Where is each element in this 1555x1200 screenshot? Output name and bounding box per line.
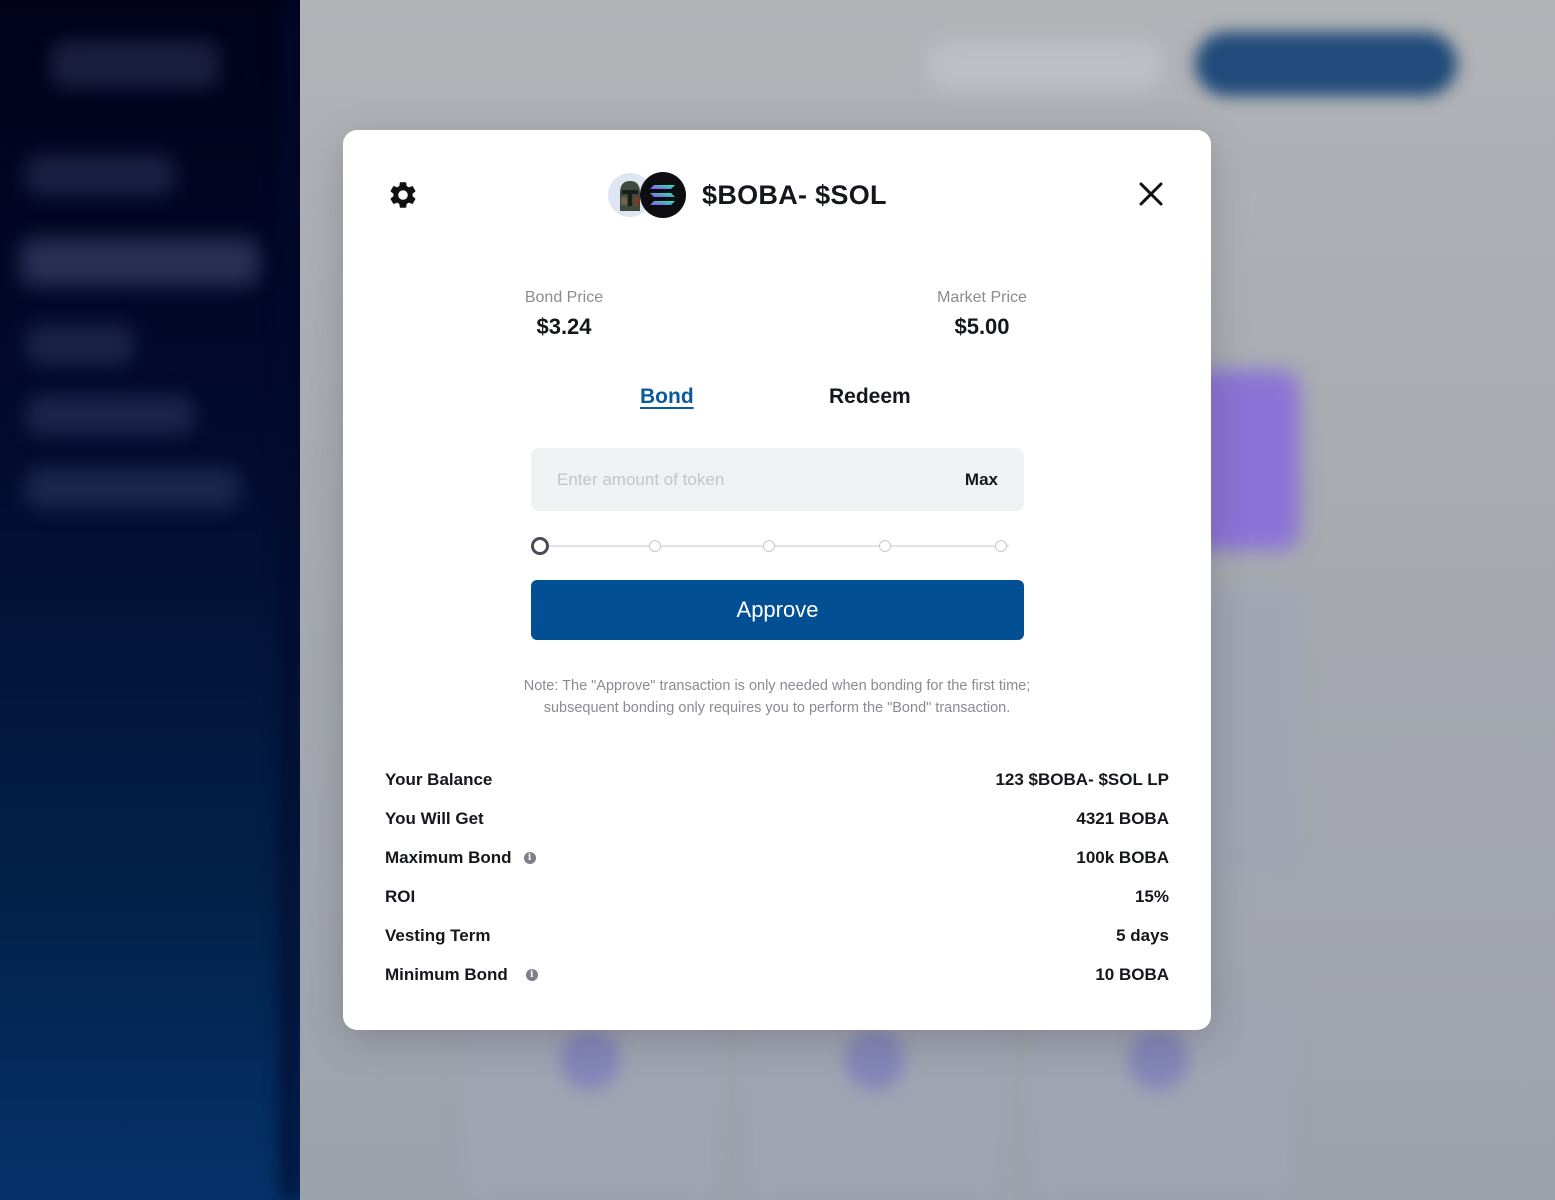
detail-label: Vesting Term bbox=[385, 925, 491, 945]
max-button[interactable]: Max bbox=[965, 470, 998, 490]
detail-row-you-will-get: You Will Get 4321 BOBA bbox=[385, 799, 1169, 838]
close-button[interactable] bbox=[1137, 179, 1165, 211]
background-dot bbox=[1128, 1030, 1188, 1090]
approve-note: Note: The "Approve" transaction is only … bbox=[463, 675, 1091, 719]
slider-mark-75[interactable] bbox=[879, 540, 891, 552]
pair-title: $BOBA- $SOL bbox=[702, 179, 887, 210]
detail-row-minimum-bond: Minimum Bond i 10 BOBA bbox=[385, 955, 1169, 994]
background-dot bbox=[845, 1030, 905, 1090]
token-pair-icons bbox=[608, 172, 688, 218]
detail-value: 5 days bbox=[1116, 925, 1169, 945]
approve-note-line-1: Note: The "Approve" transaction is only … bbox=[523, 678, 1031, 694]
detail-value: 15% bbox=[1134, 886, 1169, 906]
detail-label: You Will Get bbox=[385, 808, 484, 828]
slider-mark-25[interactable] bbox=[649, 540, 661, 552]
background-chip bbox=[925, 40, 1165, 90]
settings-button[interactable] bbox=[387, 179, 419, 211]
slider-handle[interactable] bbox=[531, 537, 549, 555]
detail-value: 10 BOBA bbox=[1095, 964, 1169, 984]
detail-row-balance: Your Balance 123 $BOBA- $SOL LP bbox=[385, 760, 1169, 799]
detail-row-roi: ROI 15% bbox=[385, 877, 1169, 916]
tab-redeem[interactable]: Redeem bbox=[829, 385, 911, 409]
detail-label: Your Balance bbox=[385, 769, 493, 789]
info-icon[interactable]: i bbox=[523, 851, 536, 864]
detail-row-vesting-term: Vesting Term 5 days bbox=[385, 916, 1169, 955]
background-connect-button bbox=[1195, 32, 1457, 96]
amount-field: Max bbox=[531, 448, 1024, 511]
amount-slider[interactable] bbox=[531, 536, 1015, 556]
solana-token-icon bbox=[640, 172, 686, 218]
bond-modal: $BOBA- $SOL Bond Price $3.24 Market Pric… bbox=[343, 130, 1211, 1030]
amount-input[interactable] bbox=[531, 448, 965, 511]
tab-bond[interactable]: Bond bbox=[640, 385, 694, 409]
detail-row-maximum-bond: Maximum Bond i 100k BOBA bbox=[385, 838, 1169, 877]
slider-mark-100[interactable] bbox=[995, 540, 1007, 552]
detail-value: 123 $BOBA- $SOL LP bbox=[995, 769, 1169, 789]
approve-button[interactable]: Approve bbox=[531, 580, 1024, 640]
detail-label: Minimum Bond bbox=[385, 964, 508, 984]
market-price: Market Price $5.00 bbox=[919, 289, 1045, 340]
detail-value: 4321 BOBA bbox=[1076, 808, 1169, 828]
market-price-value: $5.00 bbox=[954, 314, 1010, 339]
background-dot bbox=[560, 1030, 620, 1090]
bond-price: Bond Price $3.24 bbox=[503, 289, 625, 340]
gear-icon bbox=[390, 182, 416, 208]
slider-mark-50[interactable] bbox=[763, 540, 775, 552]
close-icon bbox=[1139, 182, 1163, 205]
detail-label: ROI bbox=[385, 886, 416, 906]
background-sidebar bbox=[0, 0, 300, 1200]
market-price-label: Market Price bbox=[937, 289, 1027, 306]
approve-note-line-2: subsequent bonding only requires you to … bbox=[543, 700, 1011, 716]
detail-label: Maximum Bond bbox=[385, 847, 512, 867]
bond-price-value: $3.24 bbox=[536, 314, 592, 339]
bond-details: Your Balance 123 $BOBA- $SOL LP You Will… bbox=[385, 760, 1169, 994]
pair-header: $BOBA- $SOL bbox=[608, 172, 887, 218]
info-icon[interactable]: i bbox=[525, 968, 538, 981]
detail-value: 100k BOBA bbox=[1076, 847, 1169, 867]
bond-price-label: Bond Price bbox=[524, 289, 604, 306]
